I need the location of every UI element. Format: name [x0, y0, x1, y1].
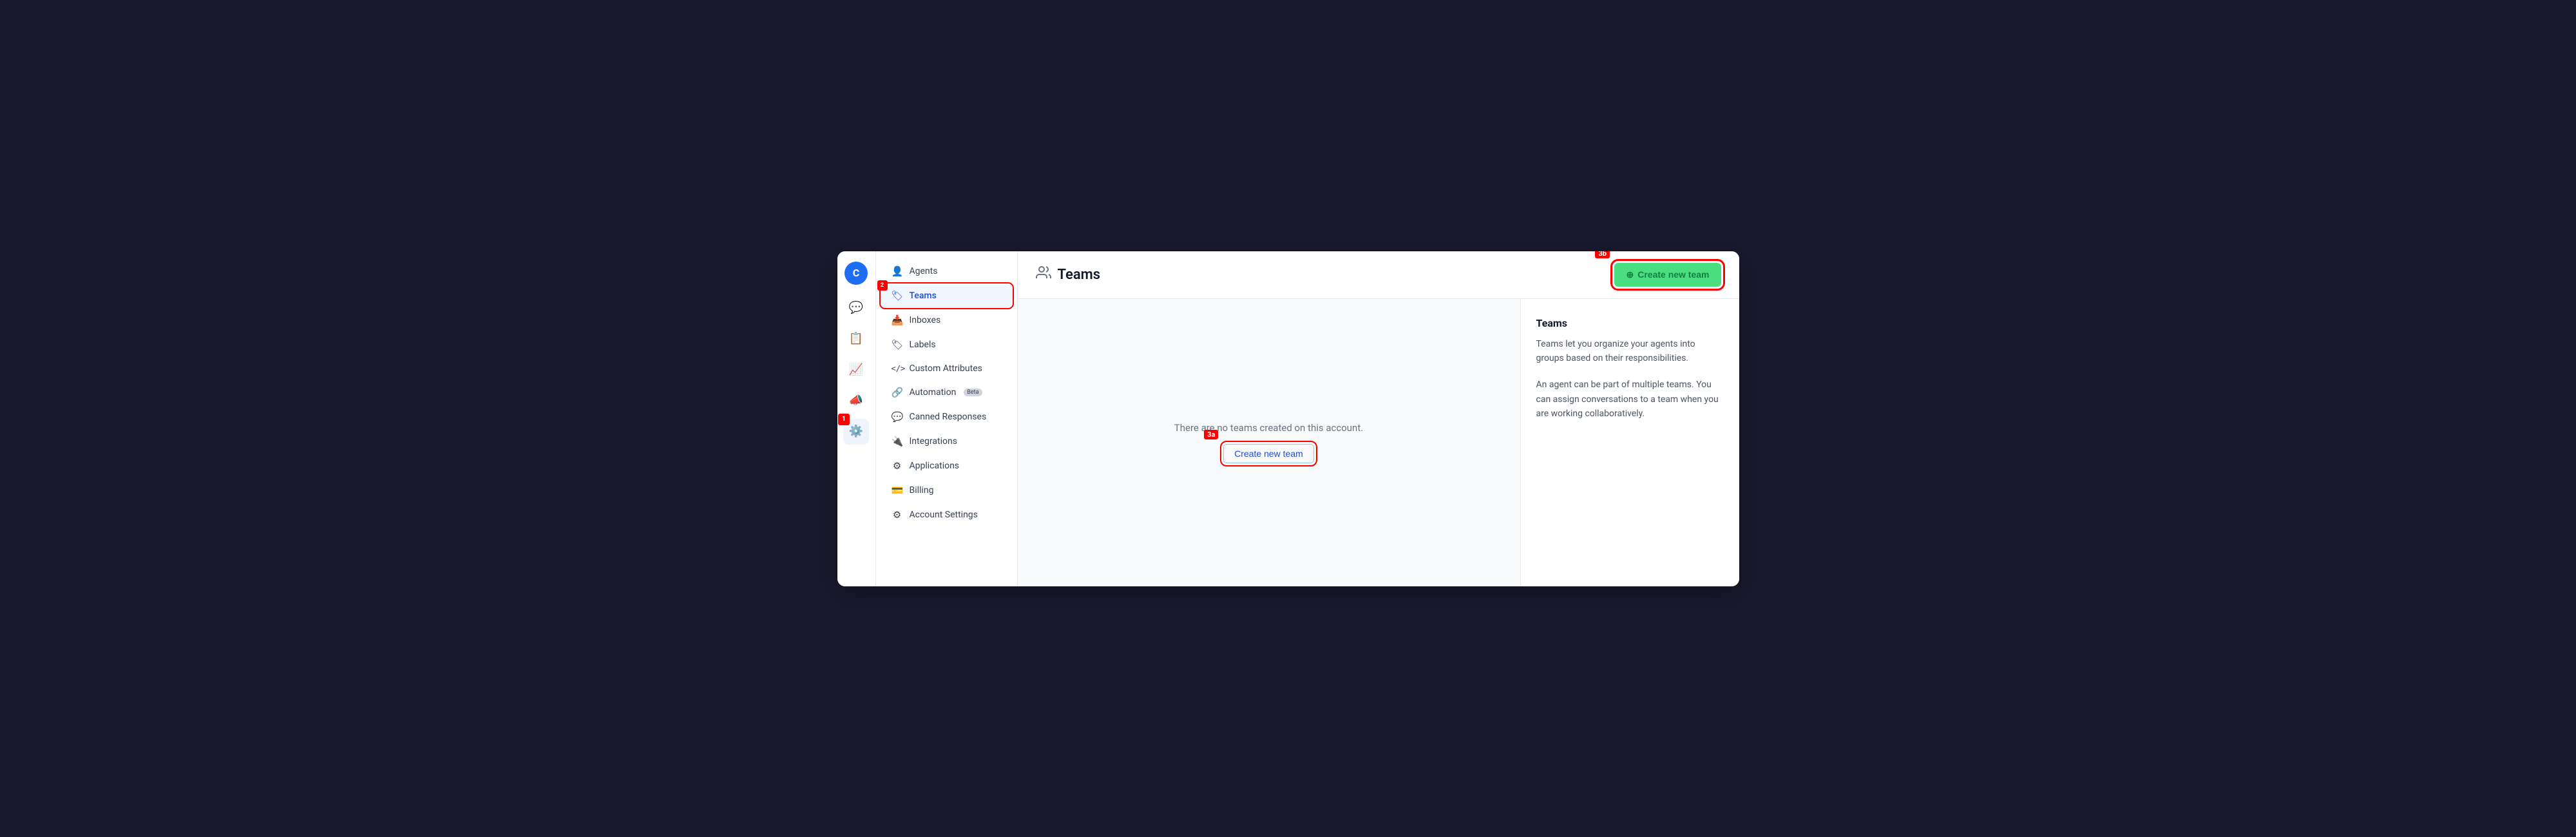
empty-state-area: There are no teams created on this accou…: [1018, 299, 1520, 586]
reports-icon: 📈: [849, 363, 863, 376]
agents-icon: 👤: [892, 265, 903, 277]
step-1-badge: 1: [838, 414, 850, 425]
info-panel-text-2: An agent can be part of multiple teams. …: [1536, 378, 1724, 421]
sidebar-item-automation[interactable]: 🔗 Automation Beta: [881, 381, 1012, 404]
sidebar-item-integrations[interactable]: 🔌 Integrations: [881, 430, 1012, 453]
create-new-team-button-header[interactable]: ⊕ Create new team: [1614, 263, 1721, 287]
campaigns-icon: 📣: [849, 394, 863, 407]
sidebar-item-account-settings[interactable]: ⚙ Account Settings: [881, 503, 1012, 526]
sidebar-item-campaigns[interactable]: 📣: [843, 388, 869, 414]
create-new-team-button-inline[interactable]: Create new team: [1223, 444, 1314, 463]
sidebar-item-conversations[interactable]: 💬: [843, 295, 869, 321]
applications-icon: ⚙: [892, 460, 903, 472]
automation-icon: 🔗: [892, 387, 903, 398]
settings-icon: ⚙️: [849, 425, 863, 438]
sidebar-item-teams[interactable]: 2 🏷 Teams: [881, 284, 1012, 307]
beta-badge: Beta: [964, 389, 982, 396]
main-content: Teams 3b ⊕ Create new team There are no …: [1018, 251, 1739, 586]
contacts-icon: 📋: [849, 332, 863, 345]
info-panel-text-1: Teams let you organize your agents into …: [1536, 337, 1724, 366]
step-2-badge: 2: [877, 280, 888, 291]
inboxes-icon: 📥: [892, 314, 903, 326]
sidebar-item-billing-label: Billing: [910, 485, 934, 495]
sidebar-item-account-settings-label: Account Settings: [910, 510, 978, 520]
info-panel: Teams Teams let you organize your agents…: [1520, 299, 1739, 586]
main-body: There are no teams created on this accou…: [1018, 299, 1739, 586]
teams-page-icon: [1036, 265, 1051, 284]
account-settings-icon: ⚙: [892, 509, 903, 521]
teams-icon: 🏷: [892, 290, 903, 302]
page-title: Teams: [1058, 267, 1101, 283]
billing-icon: 💳: [892, 485, 903, 496]
sidebar-item-applications[interactable]: ⚙ Applications: [881, 454, 1012, 477]
sidebar-item-teams-label: Teams: [910, 291, 937, 301]
integrations-icon: 🔌: [892, 436, 903, 447]
step-3a-badge: 3a: [1204, 430, 1218, 439]
main-header: Teams 3b ⊕ Create new team: [1018, 251, 1739, 299]
step-3b-badge: 3b: [1595, 251, 1610, 258]
icon-bar: C 💬 📋 📈 📣 ⚙️ 1: [837, 251, 876, 586]
sidebar-item-integrations-label: Integrations: [910, 436, 957, 447]
page-title-area: Teams: [1036, 265, 1101, 284]
plus-circle-icon: ⊕: [1626, 269, 1634, 280]
sidebar-item-custom-attributes[interactable]: </> Custom Attributes: [881, 358, 1012, 380]
sidebar-item-agents[interactable]: 👤 Agents: [881, 260, 1012, 283]
sidebar-item-custom-attributes-label: Custom Attributes: [910, 363, 982, 374]
app-logo[interactable]: C: [844, 262, 868, 285]
conversations-icon: 💬: [849, 301, 863, 314]
sidebar-item-settings[interactable]: ⚙️ 1: [843, 419, 869, 445]
sidebar-item-agents-label: Agents: [910, 266, 938, 276]
app-window: C 💬 📋 📈 📣 ⚙️ 1 👤 Agents 2 🏷 Teams: [837, 251, 1739, 586]
canned-responses-icon: 💬: [892, 411, 903, 423]
labels-icon: 🏷: [892, 339, 903, 351]
custom-attributes-icon: </>: [892, 364, 903, 373]
sidebar-item-inboxes-label: Inboxes: [910, 315, 941, 325]
sidebar-item-reports[interactable]: 📈: [843, 357, 869, 383]
sidebar-item-canned-responses-label: Canned Responses: [910, 412, 987, 422]
sidebar-item-billing[interactable]: 💳 Billing: [881, 479, 1012, 502]
sidebar-item-labels[interactable]: 🏷 Labels: [881, 333, 1012, 356]
sidebar-item-inboxes[interactable]: 📥 Inboxes: [881, 309, 1012, 332]
create-button-wrapper: 3b ⊕ Create new team: [1614, 263, 1721, 287]
sidebar-item-contacts[interactable]: 📋: [843, 326, 869, 352]
sidebar-item-labels-label: Labels: [910, 340, 936, 350]
empty-state-message: There are no teams created on this accou…: [1174, 422, 1363, 434]
sidebar-item-canned-responses[interactable]: 💬 Canned Responses: [881, 405, 1012, 428]
sidebar: 👤 Agents 2 🏷 Teams 📥 Inboxes 🏷 Labels </…: [876, 251, 1018, 586]
sidebar-item-applications-label: Applications: [910, 461, 960, 471]
sidebar-item-automation-label: Automation: [910, 387, 957, 398]
info-panel-title: Teams: [1536, 317, 1724, 329]
